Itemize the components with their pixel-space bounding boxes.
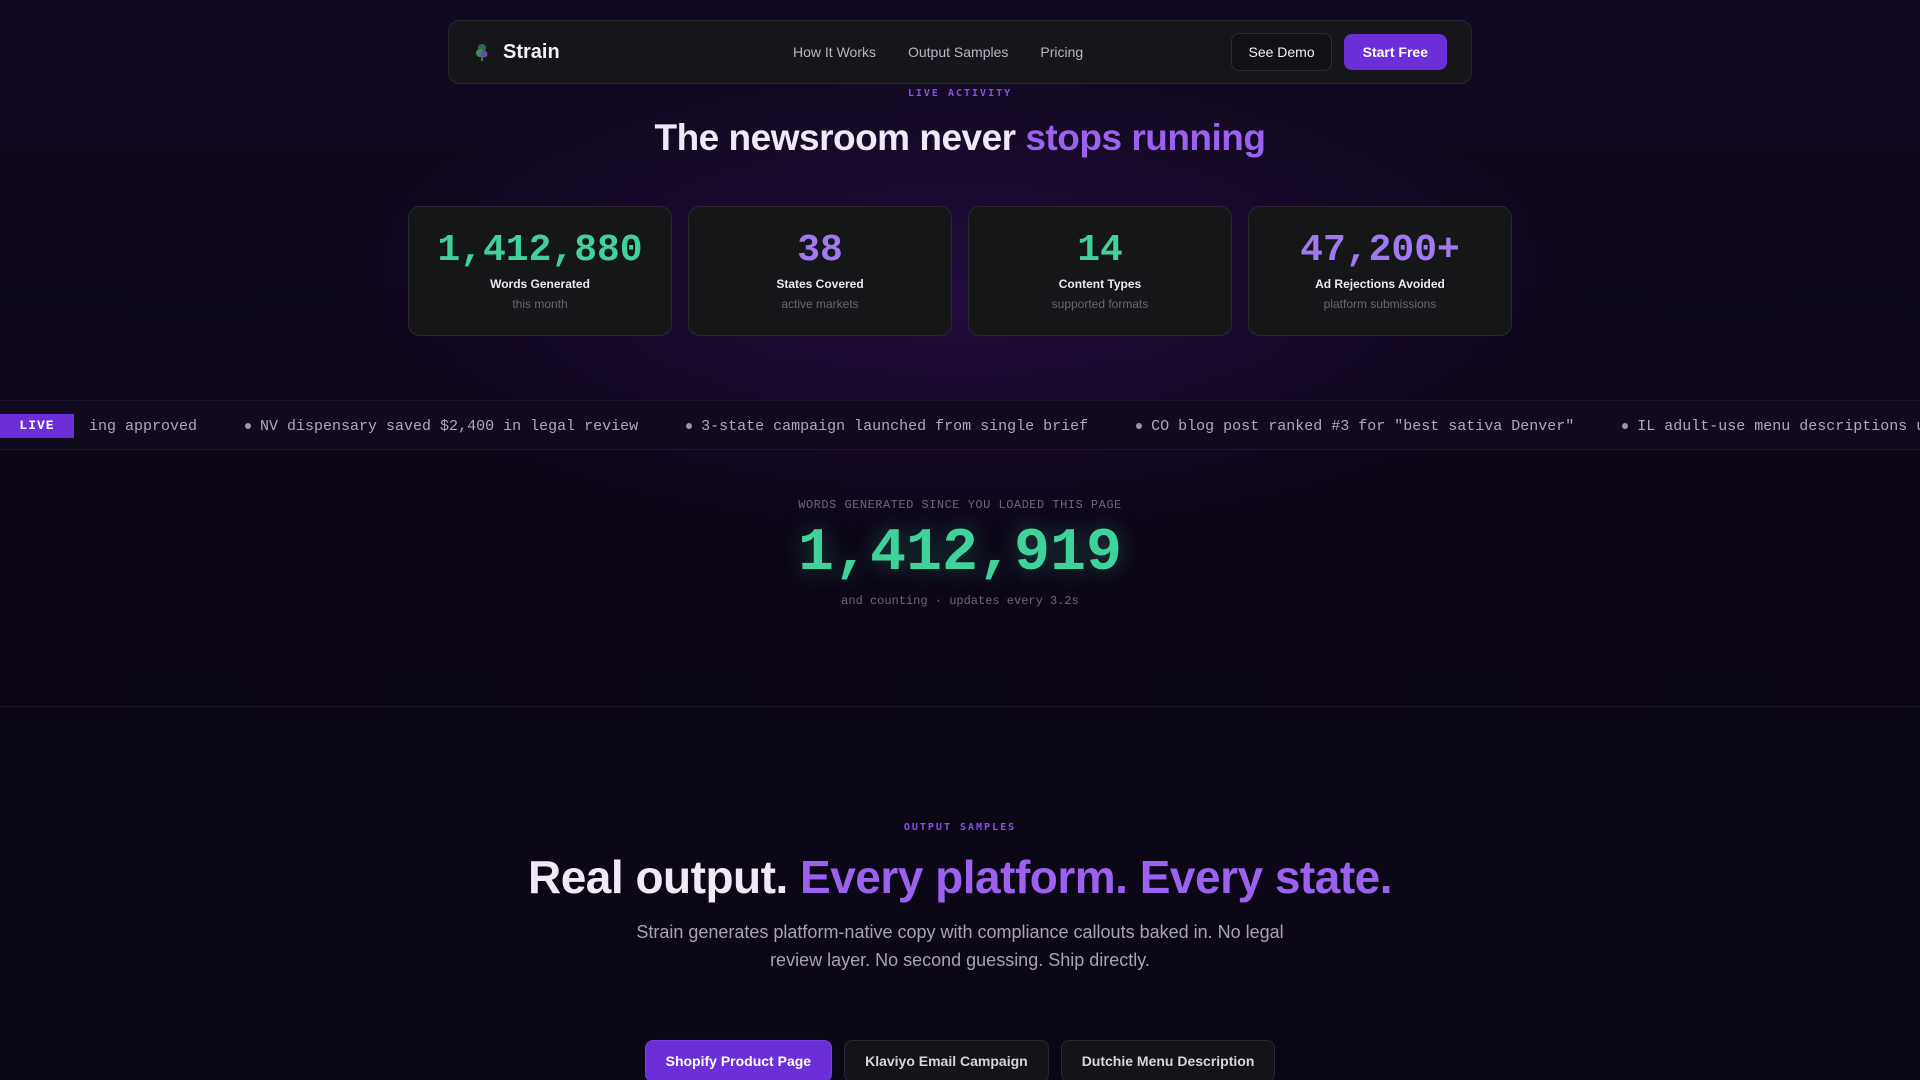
live-badge: LIVE bbox=[0, 414, 74, 438]
bullet-dot-icon bbox=[1136, 423, 1143, 429]
live-ticker: LIVE ing approved NV dispensary saved $2… bbox=[0, 400, 1920, 450]
ticker-item: IL adult-use menu descriptions updated t… bbox=[1622, 418, 1920, 435]
see-demo-button[interactable]: See Demo bbox=[1231, 33, 1332, 71]
tab-shopify-product-page[interactable]: Shopify Product Page bbox=[644, 1040, 833, 1080]
live-activity-title: The newsroom never stops running bbox=[0, 117, 1920, 159]
live-word-counter: 1,412,919 bbox=[797, 520, 1123, 588]
ticker-item: ing approved bbox=[89, 418, 197, 435]
tab-klaviyo-email-campaign[interactable]: Klaviyo Email Campaign bbox=[844, 1040, 1049, 1080]
stats-row: 1,412,880 Words Generated this month 38 … bbox=[408, 206, 1512, 336]
nav-link-how-it-works[interactable]: How It Works bbox=[793, 44, 876, 60]
brand-name: Strain bbox=[503, 40, 560, 63]
ticker-text: ing approved bbox=[89, 417, 198, 435]
stat-value: 38 bbox=[797, 229, 843, 272]
ticker-track: ing approved NV dispensary saved $2,400 … bbox=[89, 401, 1920, 449]
section-divider bbox=[0, 706, 1920, 707]
ticker-item: NV dispensary saved $2,400 in legal revi… bbox=[245, 418, 638, 435]
ticker-item: 3-state campaign launched from single br… bbox=[686, 418, 1088, 435]
bullet-dot-icon bbox=[1622, 423, 1629, 429]
start-free-button[interactable]: Start Free bbox=[1343, 34, 1447, 70]
tab-dutchie-menu-description[interactable]: Dutchie Menu Description bbox=[1060, 1040, 1276, 1080]
live-activity-eyebrow: LIVE ACTIVITY bbox=[907, 88, 1013, 99]
stat-card-words: 1,412,880 Words Generated this month bbox=[408, 206, 672, 336]
counter-label: WORDS GENERATED SINCE YOU LOADED THIS PA… bbox=[798, 498, 1122, 512]
ticker-text: CO blog post ranked #3 for "best sativa … bbox=[1151, 417, 1575, 435]
stat-sub: platform submissions bbox=[1323, 297, 1437, 311]
stat-label: Words Generated bbox=[490, 277, 590, 291]
bullet-dot-icon bbox=[686, 423, 693, 429]
stat-value: 1,412,880 bbox=[437, 229, 643, 272]
output-samples-description: Strain generates platform-native copy wi… bbox=[636, 922, 1284, 970]
sample-tabs: Shopify Product Page Klaviyo Email Campa… bbox=[0, 1040, 1920, 1080]
stat-label: Ad Rejections Avoided bbox=[1315, 277, 1445, 291]
bullet-dot-icon bbox=[245, 423, 252, 429]
nav-actions: See Demo Start Free bbox=[1231, 33, 1447, 71]
brand-logo[interactable]: Strain bbox=[473, 41, 723, 64]
counter-subtext: and counting · updates every 3.2s bbox=[841, 594, 1079, 608]
stat-value: 47,200+ bbox=[1300, 229, 1460, 272]
stat-value: 14 bbox=[1077, 229, 1123, 272]
stat-sub: supported formats bbox=[1051, 297, 1149, 311]
stat-sub: active markets bbox=[781, 297, 859, 311]
stat-label: Content Types bbox=[1058, 277, 1142, 291]
output-samples-eyebrow: OUTPUT SAMPLES bbox=[903, 822, 1017, 833]
live-title-accent: stops running bbox=[1025, 117, 1266, 158]
live-title-main: The newsroom never bbox=[654, 117, 1026, 158]
stat-card-content-types: 14 Content Types supported formats bbox=[968, 206, 1232, 336]
output-samples-title: Real output. Every platform. Every state… bbox=[0, 850, 1920, 904]
ticker-text: NV dispensary saved $2,400 in legal revi… bbox=[260, 417, 639, 435]
samples-title-main: Real output. bbox=[528, 851, 801, 903]
nav-link-output-samples[interactable]: Output Samples bbox=[908, 44, 1008, 60]
ticker-text: IL adult-use menu descriptions updated t… bbox=[1637, 417, 1920, 435]
ticker-text: 3-state campaign launched from single br… bbox=[701, 417, 1089, 435]
leaf-icon bbox=[476, 44, 488, 61]
samples-title-accent: Every platform. Every state. bbox=[800, 851, 1392, 903]
nav-link-pricing[interactable]: Pricing bbox=[1040, 44, 1083, 60]
top-nav: Strain How It Works Output Samples Prici… bbox=[448, 20, 1472, 84]
stat-label: States Covered bbox=[776, 277, 864, 291]
ticker-item: CO blog post ranked #3 for "best sativa … bbox=[1136, 418, 1574, 435]
nav-links: How It Works Output Samples Pricing bbox=[793, 44, 1083, 60]
stat-sub: this month bbox=[512, 297, 568, 311]
stat-card-states: 38 States Covered active markets bbox=[688, 206, 952, 336]
stat-card-ad-rejections: 47,200+ Ad Rejections Avoided platform s… bbox=[1248, 206, 1512, 336]
